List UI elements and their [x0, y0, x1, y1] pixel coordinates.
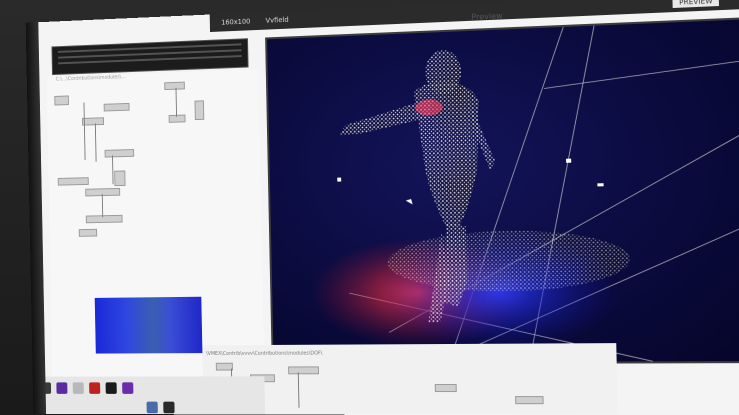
taskbar-app-icon[interactable]: [163, 402, 174, 414]
patch-node[interactable]: [54, 95, 69, 105]
patch-node[interactable]: [58, 177, 89, 185]
patch-node[interactable]: [104, 103, 130, 112]
photo: 160x100 Vvfield PREVIEW C:\...\Contribut…: [0, 0, 739, 415]
patch-path: C:\...\Contributions\modules\...: [56, 74, 126, 82]
patch-node[interactable]: [86, 215, 123, 223]
patch-wire: [102, 194, 103, 217]
resolution-label[interactable]: 160x100: [221, 18, 250, 27]
premiere-icon[interactable]: [122, 382, 133, 394]
patch-wire: [298, 372, 300, 407]
patch-node[interactable]: [82, 117, 104, 125]
patch-node[interactable]: [105, 149, 135, 158]
patch-node[interactable]: [79, 229, 97, 237]
taskbar-app-icon[interactable]: [73, 382, 84, 393]
patch-node[interactable]: [194, 100, 204, 120]
patch-node[interactable]: [515, 396, 544, 404]
patch-node[interactable]: [169, 115, 186, 123]
patch-node[interactable]: [114, 170, 125, 186]
monitor-screen: 160x100 Vvfield PREVIEW C:\...\Contribut…: [26, 0, 739, 415]
patch-wire: [95, 123, 97, 161]
monitor-bezel: [26, 22, 46, 415]
taskbar-app-icon[interactable]: [89, 382, 100, 394]
console-window: [51, 38, 248, 75]
preview-window[interactable]: [265, 17, 739, 364]
patch-wire: [83, 103, 85, 160]
taskbar: [33, 376, 265, 415]
lower-patch-path: \VMEX\Contrib\vvvv\Contributions\modules…: [206, 351, 322, 357]
taskbar-app-icon[interactable]: [106, 382, 117, 394]
patch-node[interactable]: [288, 366, 319, 374]
pointcloud-render: [267, 20, 739, 363]
patch-wire: [176, 88, 178, 117]
visual-studio-icon[interactable]: [56, 382, 67, 393]
patch-node[interactable]: [435, 384, 457, 392]
depth-texture-preview: [95, 297, 203, 354]
taskbar-app-icon[interactable]: [147, 402, 158, 414]
